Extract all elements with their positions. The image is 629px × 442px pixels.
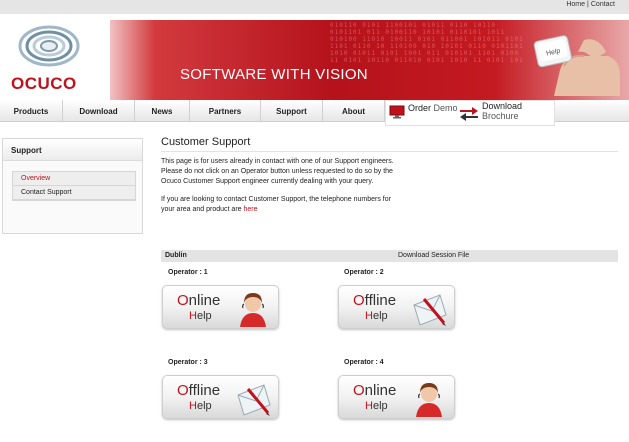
download-label: Download xyxy=(482,101,523,111)
phone-line-2: your area and product are here xyxy=(161,205,618,215)
hand-pressing-help-key-icon: Help xyxy=(533,35,620,96)
ocuco-logo-text: OCUCO xyxy=(11,74,77,93)
banner-binary-pattern: 010110 0101 1100101 01011 0110 10110 010… xyxy=(330,22,524,64)
download-session-file-link[interactable]: Download Session File xyxy=(398,252,469,259)
intro-line: This page is for users already in contac… xyxy=(161,158,394,165)
operators-header: Dublin Download Session File xyxy=(161,250,618,262)
operator-label: Operator : 2 xyxy=(344,269,384,276)
envelope-pen-icon xyxy=(237,384,271,416)
nav-item-about[interactable]: About xyxy=(323,100,385,122)
operator-status: Online xyxy=(177,292,221,309)
ocuco-logo-icon xyxy=(18,25,80,67)
intro-text: This page is for users already in contac… xyxy=(161,157,618,187)
operator-2-button[interactable]: Offline Help xyxy=(338,285,455,329)
nav-item-products[interactable]: Products xyxy=(0,100,63,122)
brochure-label: Brochure xyxy=(482,111,519,121)
sidebar-menu: Overview Contact Support xyxy=(12,171,136,201)
operator-help: Help xyxy=(189,400,212,412)
top-links: Home | Contact xyxy=(566,1,615,8)
operator-4-button[interactable]: Online Help xyxy=(338,375,455,419)
operator-status: Offline xyxy=(353,292,397,309)
operator-label: Operator : 3 xyxy=(168,359,208,366)
sidebar: Support Overview Contact Support xyxy=(2,138,143,234)
top-links-separator: | xyxy=(587,1,589,8)
sidebar-item-contact-support[interactable]: Contact Support xyxy=(13,186,135,200)
nav-item-support[interactable]: Support xyxy=(261,100,323,122)
intro-line: Ocuco Customer Support engineer currentl… xyxy=(161,178,374,185)
phone-line-text: your area and product are xyxy=(161,206,244,213)
operator-3-button[interactable]: Offline Help xyxy=(162,375,279,419)
nav-item-partners[interactable]: Partners xyxy=(190,100,261,122)
operator-1-button[interactable]: Online Help xyxy=(162,285,279,329)
intro-line: Please do not click on an Operator butto… xyxy=(161,168,393,175)
operator-help: Help xyxy=(365,310,388,322)
operator-label: Operator : 1 xyxy=(168,269,208,276)
operator-label: Operator : 4 xyxy=(344,359,384,366)
phone-line: If you are looking to contact Customer S… xyxy=(161,196,391,203)
operator-status: Online xyxy=(353,382,397,399)
phone-numbers-link[interactable]: here xyxy=(244,206,258,213)
nav-item-news[interactable]: News xyxy=(135,100,190,122)
main-content: Customer Support This page is for users … xyxy=(161,136,618,215)
demo-label: Demo xyxy=(433,103,458,113)
sidebar-item-overview[interactable]: Overview xyxy=(13,172,135,186)
banner-slogan: SOFTWARE WITH VISION xyxy=(180,66,368,83)
home-link[interactable]: Home xyxy=(566,1,585,8)
swap-arrows-icon xyxy=(460,107,478,121)
operator-help: Help xyxy=(189,310,212,322)
envelope-pen-icon xyxy=(413,294,447,326)
header-banner: 010110 0101 1100101 01011 0110 10110 010… xyxy=(0,16,629,100)
top-links-bar: Home | Contact xyxy=(0,0,629,14)
order-demo-link[interactable]: Order Demo xyxy=(408,103,458,113)
logo-area[interactable]: OCUCO xyxy=(0,16,110,100)
page-title: Customer Support xyxy=(161,136,618,152)
promo-box: Order Demo Download Brochure xyxy=(385,100,555,126)
download-brochure-link[interactable]: Download Brochure xyxy=(482,101,554,121)
contact-link[interactable]: Contact xyxy=(591,1,615,8)
location-label: Dublin xyxy=(165,252,187,259)
operator-person-icon xyxy=(240,293,266,327)
operator-help: Help xyxy=(365,400,388,412)
nav-item-download[interactable]: Download xyxy=(63,100,135,122)
order-label: Order xyxy=(408,103,432,113)
operator-person-icon xyxy=(416,383,442,417)
phone-numbers-text: If you are looking to contact Customer S… xyxy=(161,195,618,215)
sidebar-title: Support xyxy=(3,139,142,161)
monitor-icon xyxy=(389,105,405,119)
operator-status: Offline xyxy=(177,382,221,399)
